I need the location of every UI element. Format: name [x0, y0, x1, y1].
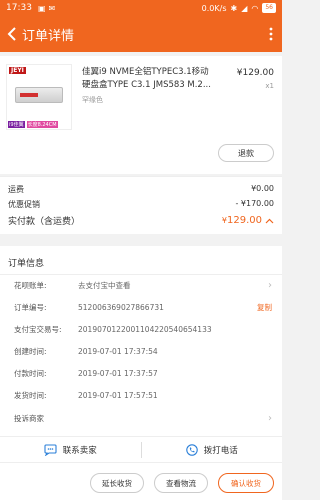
page-title: 订单详情	[22, 28, 75, 44]
chevron-right-icon: ›	[268, 280, 272, 291]
alipay-trade-row: 支付宝交易号: 2019070122001104220540654133	[14, 325, 212, 334]
signal-icon: ◢	[241, 3, 248, 13]
order-number-row: 订单编号: 512006369027866731 复制	[14, 302, 272, 313]
status-bar: 17:33 ▣ ✉ 0.0K/s ✱ ◢ ◠ 56	[0, 0, 282, 16]
wifi-icon: ◠	[251, 3, 259, 13]
alipay-trade-number: 2019070122001104220540654133	[78, 325, 212, 334]
paid-value: 129.00	[227, 215, 262, 226]
chevron-right-icon: ›	[268, 413, 272, 424]
chat-icon	[44, 443, 57, 456]
view-logistics-button[interactable]: 查看物流	[154, 473, 208, 493]
more-icon	[269, 27, 273, 41]
order-info-heading: 订单信息	[8, 259, 45, 269]
title-bar: 订单详情	[0, 16, 282, 52]
order-number: 512006369027866731	[78, 303, 164, 312]
product-name[interactable]: 佳翼i9 NVME全铝TYPEC3.1移动 硬盘盒TYPE C3.1 JMS58…	[82, 66, 230, 92]
thumb-tag: 长度8.24CM	[26, 120, 58, 128]
back-arrow-icon	[7, 27, 16, 41]
confirm-receipt-button[interactable]: 确认收货	[218, 473, 274, 493]
bottom-action-bar: 延长收货 查看物流 确认收货	[0, 462, 282, 500]
discount-value: - ¥170.00	[235, 199, 274, 208]
refund-button[interactable]: 退款	[218, 144, 274, 162]
shipped-time-row: 发货时间: 2019-07-01 17:57:51	[14, 391, 158, 400]
contact-bar: 联系卖家 拨打电话	[0, 436, 282, 462]
thumb-brand-logo: JEYI	[9, 67, 26, 74]
shipping-value: ¥0.00	[251, 184, 274, 193]
complain-seller-row[interactable]: 投诉商家 ›	[14, 413, 272, 424]
paid-time-row: 付款时间: 2019-07-01 17:37:57	[14, 369, 158, 378]
paid-row[interactable]: 实付款（含运费） ¥129.00	[8, 214, 274, 227]
huabei-bill-row[interactable]: 花呗账单: 去支付宝中查看 ›	[14, 280, 272, 291]
battery-icon: 56	[262, 3, 276, 13]
thumb-tag: i9佳翼	[8, 120, 25, 128]
notification-icon: ✉	[48, 3, 56, 13]
product-price: ¥129.00	[236, 68, 274, 78]
extend-receipt-button[interactable]: 延长收货	[90, 473, 144, 493]
more-menu-button[interactable]	[260, 16, 282, 52]
chevron-up-icon	[265, 218, 274, 223]
network-speed: 0.0K/s	[201, 3, 227, 13]
created-time-row: 创建时间: 2019-07-01 17:37:54	[14, 347, 158, 356]
copy-button[interactable]: 复制	[257, 302, 272, 313]
divider	[0, 274, 282, 275]
bluetooth-icon: ✱	[230, 3, 238, 13]
status-time: 17:33	[6, 3, 32, 13]
discount-row: 优惠促销 - ¥170.00	[8, 199, 274, 209]
back-button[interactable]	[2, 16, 22, 52]
enclosure-image	[15, 87, 63, 103]
notification-icon: ▣	[37, 3, 46, 13]
phone-icon	[185, 443, 198, 456]
product-thumbnail[interactable]: JEYI i9佳翼 长度8.24CM	[6, 64, 72, 130]
product-quantity: x1	[265, 82, 274, 90]
product-variant: 罕缘色	[82, 96, 103, 104]
contact-seller-button[interactable]: 联系卖家	[0, 437, 141, 463]
shipping-row: 运费 ¥0.00	[8, 184, 274, 194]
order-info-section: 订单信息	[0, 246, 282, 436]
call-phone-button[interactable]: 拨打电话	[142, 437, 283, 463]
